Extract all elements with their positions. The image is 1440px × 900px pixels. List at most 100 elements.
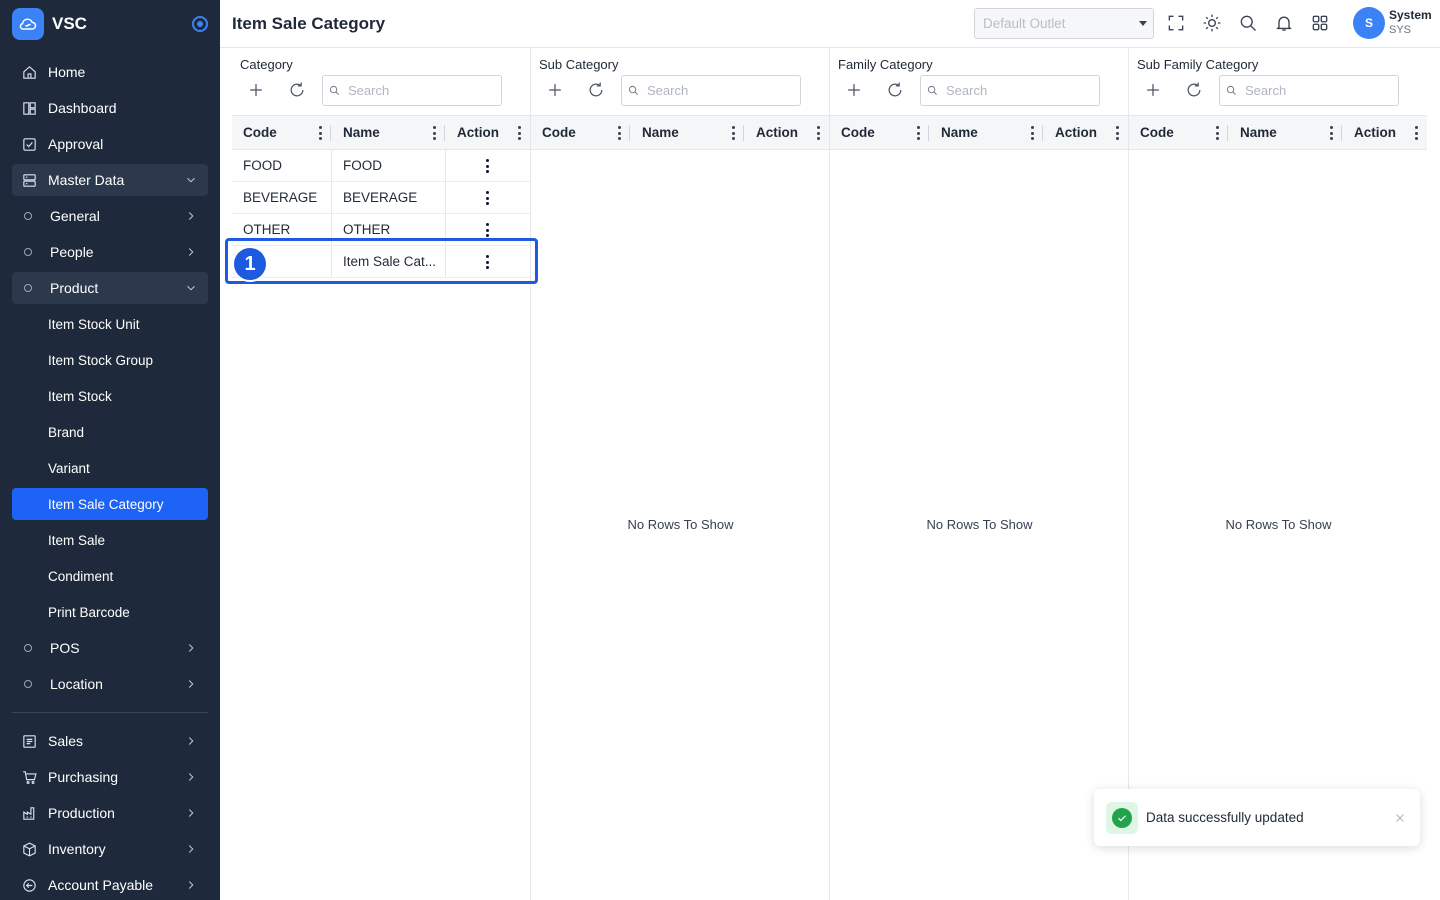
search-input[interactable] xyxy=(348,83,498,98)
circle-bullet-icon xyxy=(24,212,32,220)
search-input[interactable] xyxy=(946,83,1096,98)
column-menu-icon[interactable] xyxy=(1330,126,1334,140)
column-header-action[interactable]: Action xyxy=(745,116,829,149)
sidebar-item-approval[interactable]: Approval xyxy=(12,128,208,160)
sidebar-item-item-sale[interactable]: Item Sale xyxy=(12,524,208,556)
home-icon xyxy=(20,63,38,81)
column-header-name[interactable]: Name xyxy=(631,116,744,149)
sidebar-item-brand[interactable]: Brand xyxy=(12,416,208,448)
column-header-action[interactable]: Action xyxy=(446,116,530,149)
add-icon[interactable] xyxy=(246,80,266,100)
search-field[interactable] xyxy=(1219,75,1399,106)
grid-header: Code Name Action xyxy=(531,115,829,150)
column-menu-icon[interactable] xyxy=(817,126,821,140)
step-badge: 1 xyxy=(232,246,268,282)
table-row[interactable]: BEVERAGE BEVERAGE xyxy=(232,182,530,214)
sidebar-item-item-stock-unit[interactable]: Item Stock Unit xyxy=(12,308,208,340)
circle-bullet-icon xyxy=(24,284,32,292)
column-menu-icon[interactable] xyxy=(433,126,437,140)
sidebar-item-location[interactable]: Location xyxy=(12,668,208,700)
add-icon[interactable] xyxy=(844,80,864,100)
column-header-code[interactable]: Code xyxy=(531,116,630,149)
column-header-name[interactable]: Name xyxy=(332,116,445,149)
sidebar-item-pos[interactable]: POS xyxy=(12,632,208,664)
column-header-code[interactable]: Code xyxy=(1129,116,1228,149)
empty-grid-message: No Rows To Show xyxy=(1225,517,1332,532)
table-row[interactable]: FOOD FOOD xyxy=(232,150,530,182)
apps-grid-icon[interactable] xyxy=(1310,13,1330,33)
search-icon xyxy=(927,85,937,95)
add-icon[interactable] xyxy=(545,80,565,100)
sidebar-item-production[interactable]: Production xyxy=(12,797,208,829)
search-field[interactable] xyxy=(920,75,1100,106)
search-input[interactable] xyxy=(1245,83,1395,98)
sun-icon[interactable] xyxy=(1202,13,1222,33)
app-name: VSC xyxy=(52,14,87,33)
family-category-panel: Family Category Code Name Action No Rows… xyxy=(830,48,1129,900)
column-menu-icon[interactable] xyxy=(618,126,622,140)
sidebar-item-sales[interactable]: Sales xyxy=(12,725,208,757)
fullscreen-icon[interactable] xyxy=(1166,13,1186,33)
sidebar-item-people[interactable]: People xyxy=(12,236,208,268)
outlet-select[interactable]: Default Outlet xyxy=(974,8,1154,39)
caret-down-icon xyxy=(1139,21,1147,26)
column-header-code[interactable]: Code xyxy=(232,116,331,149)
search-input[interactable] xyxy=(647,83,797,98)
sidebar-item-master-data[interactable]: Master Data xyxy=(12,164,208,196)
sidebar-item-account-payable[interactable]: Account Payable xyxy=(12,869,208,900)
column-label: Action xyxy=(1354,125,1396,140)
column-header-name[interactable]: Name xyxy=(1229,116,1342,149)
sidebar-item-print-barcode[interactable]: Print Barcode xyxy=(12,596,208,628)
refresh-icon[interactable] xyxy=(1184,80,1204,100)
sidebar-item-label: Product xyxy=(50,280,99,296)
grid-header: Code Name Action xyxy=(232,115,530,150)
sidebar-item-item-sale-category[interactable]: Item Sale Category xyxy=(12,488,208,520)
column-label: Code xyxy=(1140,125,1174,140)
row-actions-icon[interactable] xyxy=(486,223,490,237)
column-header-action[interactable]: Action xyxy=(1343,116,1427,149)
sidebar-item-item-stock[interactable]: Item Stock xyxy=(12,380,208,412)
sidebar-item-item-stock-group[interactable]: Item Stock Group xyxy=(12,344,208,376)
avatar[interactable]: S xyxy=(1353,7,1385,39)
row-actions-icon[interactable] xyxy=(486,191,490,205)
column-header-action[interactable]: Action xyxy=(1044,116,1128,149)
refresh-icon[interactable] xyxy=(287,80,307,100)
sidebar-item-purchasing[interactable]: Purchasing xyxy=(12,761,208,793)
column-menu-icon[interactable] xyxy=(917,126,921,140)
sidebar-item-inventory[interactable]: Inventory xyxy=(12,833,208,865)
chevron-right-icon xyxy=(184,677,198,691)
column-header-name[interactable]: Name xyxy=(930,116,1043,149)
sidebar-item-home[interactable]: Home xyxy=(12,56,208,88)
user-name: System xyxy=(1389,8,1432,22)
column-header-code[interactable]: Code xyxy=(830,116,929,149)
refresh-icon[interactable] xyxy=(586,80,606,100)
column-menu-icon[interactable] xyxy=(1216,126,1220,140)
category-panel: Category Code Name Action FOOD FOOD BEVE… xyxy=(232,48,531,900)
close-icon[interactable] xyxy=(1394,811,1406,823)
sidebar-item-product[interactable]: Product xyxy=(12,272,208,304)
cart-icon xyxy=(20,768,38,786)
refresh-icon[interactable] xyxy=(885,80,905,100)
row-actions-icon[interactable] xyxy=(486,159,490,173)
bell-icon[interactable] xyxy=(1274,13,1294,33)
column-menu-icon[interactable] xyxy=(518,126,522,140)
search-field[interactable] xyxy=(322,75,502,106)
column-menu-icon[interactable] xyxy=(1415,126,1419,140)
column-label: Code xyxy=(841,125,875,140)
sidebar-item-condiment[interactable]: Condiment xyxy=(12,560,208,592)
add-icon[interactable] xyxy=(1143,80,1163,100)
column-menu-icon[interactable] xyxy=(319,126,323,140)
search-field[interactable] xyxy=(621,75,801,106)
sidebar-toggle-icon[interactable] xyxy=(192,16,208,32)
column-menu-icon[interactable] xyxy=(1031,126,1035,140)
column-menu-icon[interactable] xyxy=(1116,126,1120,140)
sidebar-item-dashboard[interactable]: Dashboard xyxy=(12,92,208,124)
search-icon[interactable] xyxy=(1238,13,1258,33)
panel-title: Category xyxy=(240,57,293,72)
column-label: Name xyxy=(343,125,380,140)
column-separator xyxy=(330,125,331,141)
sidebar-item-general[interactable]: General xyxy=(12,200,208,232)
sidebar-item-variant[interactable]: Variant xyxy=(12,452,208,484)
column-menu-icon[interactable] xyxy=(732,126,736,140)
arrow-left-circle-icon xyxy=(20,876,38,894)
